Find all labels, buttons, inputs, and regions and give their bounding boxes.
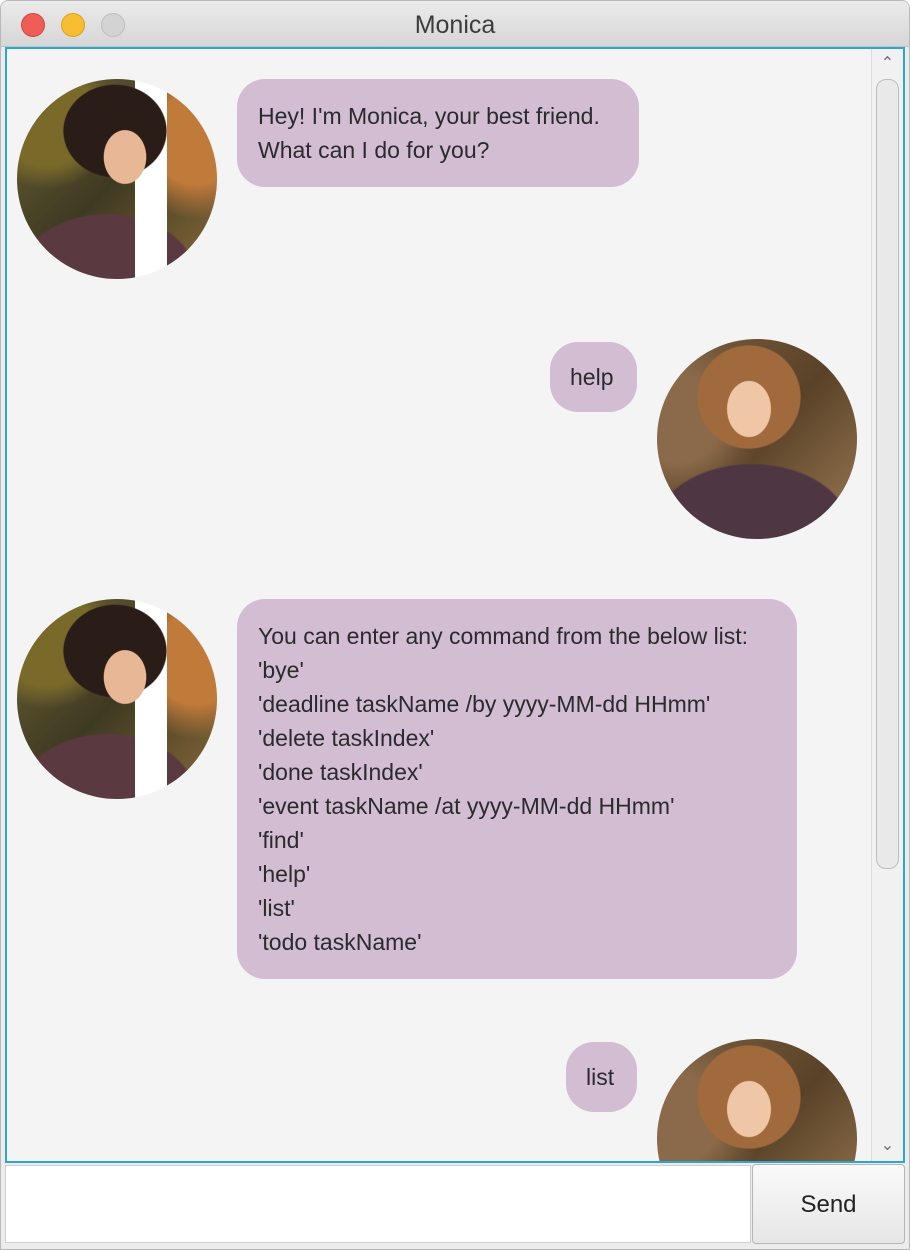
dialog-scroll-pane[interactable]: Hey! I'm Monica, your best friend. What … (5, 47, 905, 1163)
bot-message-bubble: Hey! I'm Monica, your best friend. What … (237, 79, 639, 187)
scroll-thumb[interactable] (876, 79, 899, 869)
monica-avatar (17, 79, 217, 279)
user-message-bubble: list (566, 1042, 637, 1112)
rachel-avatar (657, 339, 857, 539)
send-button[interactable]: Send (752, 1164, 905, 1244)
scroll-up-icon[interactable]: ⌃ (872, 51, 903, 77)
app-window: Monica Hey! I'm Monica, your best friend… (0, 0, 910, 1250)
user-message-bubble: help (550, 342, 637, 412)
rachel-avatar (657, 1039, 857, 1161)
user-input-field[interactable] (5, 1165, 751, 1243)
monica-avatar (17, 599, 217, 799)
vertical-scrollbar[interactable]: ⌃ ⌄ (871, 49, 903, 1161)
bot-message-bubble: You can enter any command from the below… (237, 599, 797, 979)
scroll-down-icon[interactable]: ⌄ (872, 1133, 903, 1159)
title-bar: Monica (1, 1, 909, 47)
window-title: Monica (414, 11, 496, 39)
